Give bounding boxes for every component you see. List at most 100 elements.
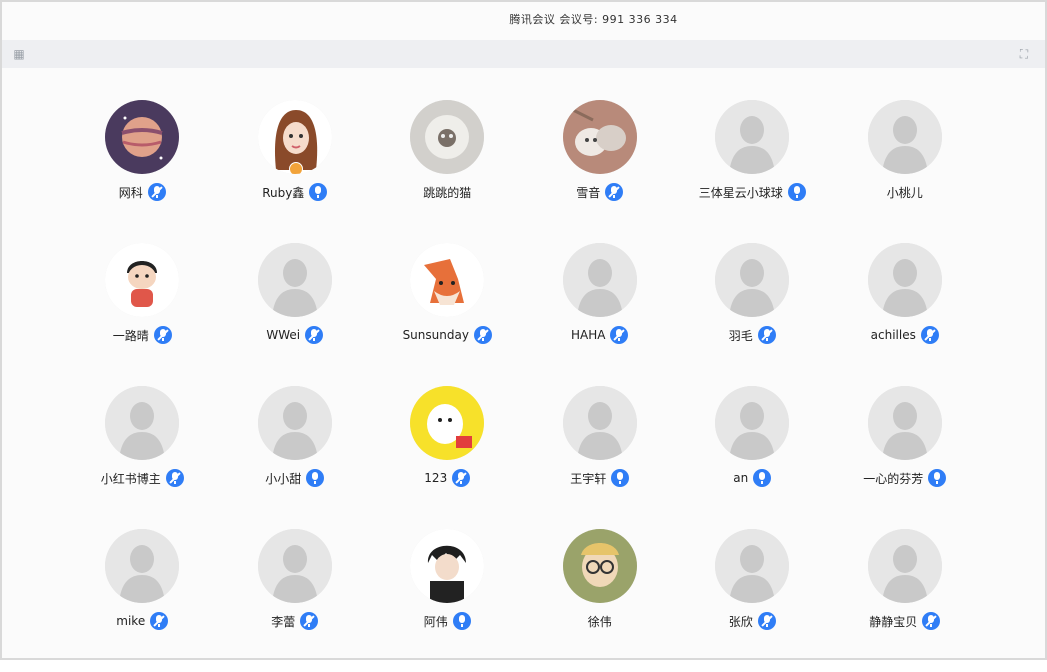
- participant-name: 李蕾: [271, 614, 296, 629]
- mic-muted-icon: [922, 612, 941, 630]
- participant-name: HAHA: [571, 328, 606, 342]
- participant-name: 123: [424, 471, 448, 485]
- participant-tile[interactable]: an: [676, 386, 829, 529]
- participant-name: 一心的芬芳: [863, 471, 924, 486]
- mic-muted-icon: [610, 326, 629, 344]
- participant-name: 小红书博主: [100, 471, 161, 486]
- participant-tile[interactable]: 小红书博主: [66, 386, 219, 529]
- avatar: [562, 529, 637, 603]
- avatar: [715, 100, 790, 174]
- mic-muted-icon: [305, 326, 324, 344]
- participant-name: mike: [116, 614, 146, 628]
- participant-name-row: Ruby鑫: [262, 182, 328, 202]
- participant-name: 雪音: [576, 185, 601, 200]
- avatar: [105, 100, 180, 174]
- mic-muted-icon: [300, 612, 319, 630]
- participant-name: 王宇轩: [570, 471, 607, 486]
- participant-tile[interactable]: 静静宝贝: [829, 529, 982, 672]
- mic-icon: [753, 469, 772, 487]
- grid-view-icon[interactable]: ▦: [12, 47, 26, 61]
- participant-name-row: 李蕾: [271, 611, 319, 631]
- meeting-id-label: 腾讯会议 会议号: 991 336 334: [509, 13, 678, 26]
- avatar: [105, 243, 180, 317]
- participant-name-row: mike: [116, 611, 169, 631]
- participant-tile[interactable]: Sunsunday: [371, 243, 524, 386]
- mic-muted-icon: [757, 612, 776, 630]
- avatar: [105, 529, 180, 603]
- participant-name-row: 王宇轩: [570, 468, 630, 488]
- participant-tile[interactable]: WWei: [219, 243, 372, 386]
- participant-name: 网科: [118, 185, 143, 200]
- mic-muted-icon: [165, 469, 184, 487]
- participant-tile[interactable]: 雪音: [524, 100, 677, 243]
- participant-tile[interactable]: mike: [66, 529, 219, 672]
- mic-muted-icon: [147, 183, 166, 201]
- participant-name-row: 徐伟: [588, 611, 612, 631]
- participant-tile[interactable]: 羽毛: [676, 243, 829, 386]
- mic-icon: [452, 612, 471, 630]
- fullscreen-icon[interactable]: ⛶: [1017, 47, 1031, 61]
- avatar: [867, 529, 942, 603]
- participant-name: 小桃儿: [886, 185, 923, 200]
- avatar: [410, 100, 485, 174]
- participant-name-row: an: [733, 468, 772, 488]
- participant-tile[interactable]: 一路晴: [66, 243, 219, 386]
- participant-tile[interactable]: 张欣: [676, 529, 829, 672]
- avatar: [867, 386, 942, 460]
- participant-name-row: 羽毛: [729, 325, 776, 345]
- mic-muted-icon: [153, 326, 172, 344]
- mic-muted-icon: [452, 469, 471, 487]
- mic-muted-icon: [150, 612, 169, 630]
- avatar: [715, 529, 790, 603]
- participant-name: 静静宝贝: [869, 614, 918, 629]
- avatar: [410, 386, 485, 460]
- participant-name: Ruby鑫: [262, 185, 305, 200]
- participant-tile[interactable]: 阿伟: [371, 529, 524, 672]
- participant-tile[interactable]: 网科: [66, 100, 219, 243]
- participant-name-row: 123: [424, 468, 471, 488]
- participant-tile[interactable]: Ruby鑫: [219, 100, 372, 243]
- participant-tile[interactable]: 小桃儿: [829, 100, 982, 243]
- avatar: [410, 243, 485, 317]
- avatar: [715, 386, 790, 460]
- participant-name-row: 静静宝贝: [869, 611, 941, 631]
- participant-name: an: [733, 471, 749, 485]
- avatar: [562, 100, 637, 174]
- participant-tile[interactable]: 跳跳的猫: [371, 100, 524, 243]
- mic-icon: [928, 469, 947, 487]
- participant-tile[interactable]: achilles: [829, 243, 982, 386]
- participant-grid: 网科 Ruby鑫 跳跳的猫 雪音 三体星云小球球 小桃儿一路晴 WWei Sunsunday H…: [66, 100, 981, 672]
- mic-icon: [309, 183, 328, 201]
- mic-icon: [306, 469, 325, 487]
- participant-tile[interactable]: 王宇轩: [524, 386, 677, 529]
- participant-tile[interactable]: 小小甜: [219, 386, 372, 529]
- avatar: [257, 100, 332, 174]
- participant-name-row: HAHA: [571, 325, 629, 345]
- meeting-window: 腾讯会议 会议号: 991 336 334 ▦ ⛶ 网科 Ruby鑫 跳跳的猫 雪音 三…: [0, 0, 1047, 660]
- avatar: [562, 243, 637, 317]
- mic-icon: [787, 183, 806, 201]
- avatar: [257, 243, 332, 317]
- participant-name: 一路晴: [112, 328, 149, 343]
- avatar: [105, 386, 180, 460]
- avatar: [562, 386, 637, 460]
- participant-name-row: 一心的芬芳: [863, 468, 947, 488]
- participant-name: achilles: [870, 328, 916, 342]
- participant-tile[interactable]: 一心的芬芳: [829, 386, 982, 529]
- participant-tile[interactable]: 三体星云小球球: [676, 100, 829, 243]
- participant-name: 阿伟: [423, 614, 448, 629]
- participant-tile[interactable]: 李蕾: [219, 529, 372, 672]
- avatar: [715, 243, 790, 317]
- participant-tile[interactable]: HAHA: [524, 243, 677, 386]
- participant-tile[interactable]: 徐伟: [524, 529, 677, 672]
- participant-name-row: 张欣: [729, 611, 776, 631]
- participant-name: WWei: [266, 328, 301, 342]
- avatar: [867, 243, 942, 317]
- host-badge-icon: [288, 162, 303, 174]
- participant-tile[interactable]: 123: [371, 386, 524, 529]
- participant-name-row: 小桃儿: [887, 182, 923, 202]
- participant-name: 羽毛: [728, 328, 753, 343]
- mic-muted-icon: [473, 326, 492, 344]
- mic-muted-icon: [757, 326, 776, 344]
- participant-name-row: WWei: [266, 325, 324, 345]
